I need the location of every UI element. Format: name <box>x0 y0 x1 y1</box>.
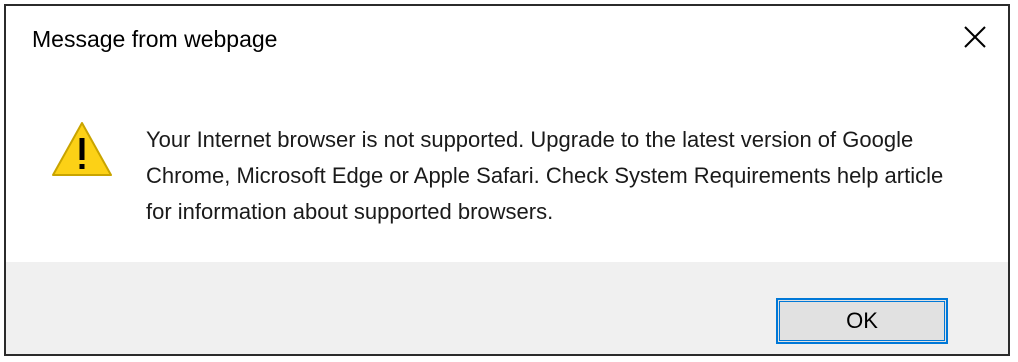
close-icon <box>964 26 986 48</box>
warning-icon <box>52 122 112 176</box>
ok-button[interactable]: OK <box>776 298 948 344</box>
dialog-titlebar: Message from webpage <box>6 6 1008 72</box>
dialog-title: Message from webpage <box>32 26 278 52</box>
message-dialog: Message from webpage Your Internet brows… <box>4 4 1010 356</box>
dialog-footer: OK <box>6 262 1008 354</box>
dialog-content: Your Internet browser is not supported. … <box>6 72 1008 264</box>
close-button[interactable] <box>952 14 998 60</box>
dialog-message: Your Internet browser is not supported. … <box>146 127 944 224</box>
